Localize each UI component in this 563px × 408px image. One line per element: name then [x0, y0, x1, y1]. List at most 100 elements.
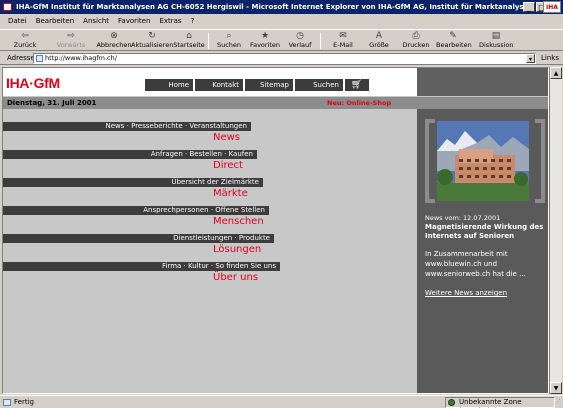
- ie-app-icon: [3, 3, 12, 11]
- search-button[interactable]: ⌕ Suchen: [214, 31, 244, 51]
- nav-suchen[interactable]: Suchen: [295, 79, 343, 91]
- building-photo: [437, 121, 529, 201]
- search-label: Suchen: [216, 41, 242, 49]
- stop-icon: ⊗: [110, 31, 118, 41]
- history-button[interactable]: ◷ Verlauf: [287, 31, 313, 51]
- section-title-ueber-uns[interactable]: Über uns: [213, 272, 258, 283]
- online-shop-link[interactable]: Neu: Online-Shop: [327, 99, 391, 107]
- discuss-button[interactable]: ▤ Diskussion: [479, 31, 514, 51]
- edit-label: Bearbeiten: [436, 41, 472, 49]
- branding-logo: IHA: [543, 1, 561, 13]
- photo-frame-left: [425, 119, 435, 203]
- home-label: Startseite: [173, 41, 205, 49]
- more-news-link[interactable]: Weitere News anzeigen: [425, 289, 507, 297]
- current-date: Dienstag, 31. Juli 2001: [7, 99, 97, 107]
- history-icon: ◷: [296, 31, 304, 41]
- menu-datei[interactable]: Datei: [8, 17, 27, 25]
- address-dropdown-button[interactable]: ▾: [526, 54, 535, 63]
- window-title: IHA-GfM Institut für Marktanalysen AG CH…: [16, 3, 529, 11]
- mail-button[interactable]: ✉ E-Mail: [330, 31, 356, 51]
- discuss-icon: ▤: [491, 31, 501, 41]
- refresh-label: Aktualisieren: [131, 41, 174, 49]
- status-bar: Fertig Unbekannte Zone (Gemischt) ⋰: [0, 395, 563, 408]
- forward-button[interactable]: ⇨ Vorwärts: [52, 31, 90, 51]
- font-size-label: Größe: [369, 41, 389, 49]
- site-nav: Home Kontakt Sitemap Suchen 🛒︎: [145, 79, 369, 91]
- mail-icon: ✉: [339, 31, 347, 41]
- status-text: Fertig: [14, 398, 34, 406]
- page-status-icon: [3, 399, 11, 406]
- scroll-down-button[interactable]: ▼: [550, 382, 562, 394]
- resize-grip-icon[interactable]: ⋰: [554, 398, 561, 406]
- toolbar-separator: [208, 33, 209, 49]
- scroll-up-button[interactable]: ▲: [550, 67, 562, 79]
- nav-home[interactable]: Home: [145, 79, 193, 91]
- section-title-news[interactable]: News: [213, 132, 240, 143]
- address-label: Adresse: [7, 54, 35, 62]
- address-input[interactable]: http://www.ihagfm.ch/ ▾: [33, 53, 536, 64]
- news-date: News vom: 12.07.2001: [425, 214, 501, 222]
- date-bar: Dienstag, 31. Juli 2001 Neu: Online-Shop: [3, 96, 548, 109]
- section-bar-direct[interactable]: Anfragen · Bestellen · Kaufen: [3, 150, 257, 159]
- edit-icon: ✎: [449, 31, 457, 41]
- refresh-icon: ↻: [148, 31, 156, 41]
- zone-label: Unbekannte Zone (Gemischt): [459, 398, 522, 408]
- home-button[interactable]: ⌂ Startseite: [173, 31, 205, 51]
- section-bar-loesungen[interactable]: Dienstleistungen · Produkte: [3, 234, 274, 243]
- header-dark-block: [417, 68, 548, 96]
- section-title-direct[interactable]: Direct: [213, 160, 243, 171]
- menu-bar: Datei Bearbeiten Ansicht Favoriten Extra…: [0, 14, 563, 28]
- globe-icon: [448, 399, 455, 406]
- search-icon: ⌕: [226, 31, 232, 41]
- vertical-scrollbar[interactable]: ▲ ▼: [549, 67, 562, 394]
- print-label: Drucken: [402, 41, 430, 49]
- stop-button[interactable]: ⊗ Abbrechen: [96, 31, 132, 51]
- forward-arrow-icon: ⇨: [67, 31, 75, 41]
- refresh-button[interactable]: ↻ Aktualisieren: [131, 31, 173, 51]
- section-bar-maerkte[interactable]: Übersicht der Zielmärkte: [3, 178, 263, 187]
- nav-kontakt[interactable]: Kontakt: [195, 79, 243, 91]
- news-headline[interactable]: Magnetisierende Wirkung des Internets au…: [425, 223, 548, 241]
- menu-favoriten[interactable]: Favoriten: [118, 17, 150, 25]
- shopping-cart-icon: 🛒︎: [351, 80, 363, 90]
- security-zone: Unbekannte Zone (Gemischt): [445, 397, 555, 408]
- back-label: Zurück: [13, 41, 37, 49]
- site-logo[interactable]: IHA·GfM: [6, 75, 60, 91]
- print-icon: ⎙: [412, 31, 420, 41]
- font-size-button[interactable]: A Größe: [368, 31, 390, 51]
- section-title-menschen[interactable]: Menschen: [213, 216, 264, 227]
- nav-sitemap[interactable]: Sitemap: [245, 79, 293, 91]
- back-button[interactable]: ⇦ Zurück: [8, 31, 42, 51]
- section-title-loesungen[interactable]: Lösungen: [213, 244, 261, 255]
- toolbar-separator: [320, 33, 321, 49]
- stop-label: Abbrechen: [96, 41, 132, 49]
- favorites-button[interactable]: ★ Favoriten: [249, 31, 281, 51]
- back-arrow-icon: ⇦: [21, 31, 29, 41]
- print-button[interactable]: ⎙ Drucken: [402, 31, 430, 51]
- nav-shop[interactable]: 🛒︎: [345, 79, 369, 91]
- discuss-label: Diskussion: [479, 41, 514, 49]
- news-teaser: In Zusammenarbeit mit www.bluewin.ch und…: [425, 250, 526, 278]
- history-label: Verlauf: [288, 41, 312, 49]
- menu-extras[interactable]: Extras: [159, 17, 181, 25]
- section-bar-ueber-uns[interactable]: Firma · Kultur · So finden Sie uns: [3, 262, 280, 271]
- section-bar-news[interactable]: News · Presseberichte · Veranstaltungen: [3, 122, 251, 131]
- forward-label: Vorwärts: [56, 41, 86, 49]
- favorites-label: Favoriten: [249, 41, 281, 49]
- window-titlebar: IHA-GfM Institut für Marktanalysen AG CH…: [0, 0, 563, 14]
- section-bar-menschen[interactable]: Ansprechpersonen · Offene Stellen: [3, 206, 269, 215]
- edit-button[interactable]: ✎ Bearbeiten: [436, 31, 472, 51]
- menu-help[interactable]: ?: [191, 17, 195, 25]
- menu-ansicht[interactable]: Ansicht: [83, 17, 109, 25]
- page-viewport: IHA·GfM Home Kontakt Sitemap Suchen 🛒︎ D…: [2, 67, 549, 394]
- address-bar: Adresse http://www.ihagfm.ch/ ▾ Links: [0, 52, 563, 65]
- home-icon: ⌂: [186, 31, 192, 41]
- menu-bearbeiten[interactable]: Bearbeiten: [36, 17, 74, 25]
- links-button[interactable]: Links: [541, 54, 559, 62]
- address-url: http://www.ihagfm.ch/: [45, 54, 117, 62]
- font-size-icon: A: [375, 31, 383, 41]
- section-title-maerkte[interactable]: Märkte: [213, 188, 248, 199]
- minimize-button[interactable]: _: [523, 2, 535, 12]
- news-panel: News vom: 12.07.2001 Magnetisierende Wir…: [417, 109, 548, 393]
- photo-frame-right: [535, 119, 545, 203]
